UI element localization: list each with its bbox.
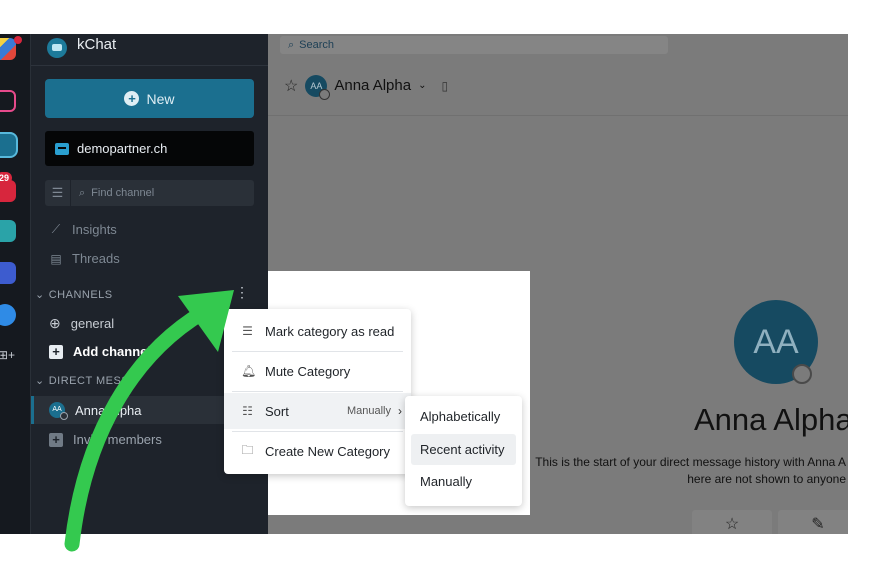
channel-title[interactable]: Anna Alpha [334, 77, 411, 94]
screenshot-stage: 29 ⊞+ kChat + New demopartner.ch ☰ ⌕ Fin… [0, 0, 883, 569]
intro-text: This is the start of your direct message… [516, 454, 846, 488]
channel-label: general [70, 316, 115, 331]
channel-filter-row: ☰ ⌕ Find channel [45, 180, 254, 206]
nav-item-threads[interactable]: ▤ Threads [49, 251, 120, 266]
chevron-down-icon[interactable]: ⌄ [418, 80, 426, 91]
plus-box-icon: + [49, 344, 63, 359]
new-button-label: New [146, 90, 175, 107]
app-name: kChat [77, 36, 117, 53]
sort-current-value: Manually [346, 405, 391, 417]
chevron-down-icon: ⌄ [35, 289, 45, 301]
chevron-right-icon: › [398, 404, 402, 418]
menu-item-label: Mute Category [265, 363, 351, 379]
chat-app-icon[interactable] [0, 134, 16, 156]
menu-divider [232, 391, 403, 392]
dm-label: Anna Alpha [75, 402, 142, 418]
dm-item-content: AA Anna Alpha [49, 402, 142, 420]
kchat-logo-icon [47, 38, 67, 58]
channel-item-general[interactable]: ⊕ general [49, 315, 114, 332]
status-indicator [792, 364, 812, 384]
notification-dot [14, 36, 22, 44]
chevron-down-icon: ⌄ [35, 375, 45, 387]
menu-item-label: Create New Category [265, 443, 390, 459]
globe-icon: ⊕ [49, 315, 61, 331]
mute-category-item[interactable]: 🔔︎ Mute Category [224, 353, 411, 389]
search-placeholder: Search [299, 39, 335, 51]
avatar: AA [49, 402, 68, 420]
menu-divider [232, 351, 403, 352]
menu-item-label: Sort [265, 403, 289, 419]
chat-bubble-icon [55, 142, 69, 155]
folder-plus-icon: 🗀︎ [241, 442, 254, 457]
nav-item-label: Insights [72, 222, 117, 237]
top-bar: ⌕ Search [268, 34, 848, 56]
star-icon[interactable]: ☆ [284, 76, 298, 96]
category-options-icon[interactable]: ⋮ [235, 285, 249, 299]
bell-icon: 🔔︎ [241, 364, 257, 378]
favorite-button[interactable]: ☆ [692, 510, 772, 534]
sort-option-manually[interactable]: Manually [411, 466, 516, 497]
app-switcher-rail: 29 ⊞+ [0, 34, 31, 534]
new-button[interactable]: + New [45, 79, 254, 118]
sort-item[interactable]: ☷ Sort Manually › [224, 393, 411, 429]
add-channels-button[interactable]: + Add channels [49, 344, 158, 359]
add-channels-label: Add channels [73, 344, 159, 359]
channels-category-header[interactable]: ⌄ CHANNELS [35, 288, 113, 302]
mark-read-icon: ☰ [242, 324, 253, 338]
workspace-switcher[interactable]: demopartner.ch [45, 131, 254, 166]
invite-members-button[interactable]: + Invite members [49, 432, 162, 447]
sort-option-recent-activity[interactable]: Recent activity [411, 434, 516, 465]
globe-app-icon[interactable] [0, 304, 16, 326]
direct-messages-header-label: DIRECT MESSA [48, 374, 138, 387]
invite-members-label: Invite members [73, 432, 162, 447]
sort-submenu: Alphabetically Recent activity Manually [405, 396, 522, 506]
category-options-menu: ☰ Mark category as read 🔔︎ Mute Category… [224, 309, 411, 474]
drive-app-icon[interactable] [0, 220, 16, 242]
home-icon[interactable] [0, 90, 16, 112]
find-channel-input[interactable]: ⌕ Find channel [71, 187, 154, 200]
nav-item-insights[interactable]: ⟋ Insights [49, 222, 117, 237]
menu-divider [232, 431, 403, 432]
profile-name: Anna Alpha [694, 402, 848, 437]
nav-item-label: Threads [72, 251, 120, 266]
mark-category-read-item[interactable]: ☰ Mark category as read [224, 313, 411, 349]
chart-line-icon: ⟋ [51, 222, 61, 236]
cube-app-icon[interactable] [0, 262, 16, 284]
plus-circle-icon: + [124, 91, 140, 106]
file-icon[interactable]: ▯ [441, 79, 448, 93]
channel-header: ☆ AA Anna Alpha ⌄ ▯ [268, 56, 848, 116]
list-icon: ☷ [242, 404, 253, 418]
sort-option-alphabetically[interactable]: Alphabetically [411, 401, 516, 432]
intro-line: here are not shown to anyone [687, 472, 846, 486]
intro-line: This is the start of your direct message… [535, 455, 846, 469]
filter-icon[interactable]: ☰ [45, 180, 71, 206]
channels-header-label: CHANNELS [48, 288, 113, 301]
direct-messages-category-header[interactable]: ⌄ DIRECT MESSA [35, 374, 138, 388]
apps-grid-icon[interactable]: ⊞+ [0, 348, 15, 362]
sidebar-header: kChat [31, 34, 268, 66]
search-icon: ⌕ [288, 38, 295, 51]
plus-box-icon: + [49, 432, 63, 447]
find-channel-placeholder: Find channel [91, 187, 155, 199]
mail-unread-badge: 29 [0, 172, 13, 184]
avatar: AA [305, 74, 331, 100]
workspace-name: demopartner.ch [77, 141, 168, 156]
search-icon: ⌕ [79, 186, 86, 199]
menu-item-label: Mark category as read [265, 323, 395, 339]
edit-button[interactable]: ✎ [778, 510, 848, 534]
threads-icon: ▤ [50, 251, 62, 266]
search-input[interactable]: ⌕ Search [280, 36, 668, 54]
create-category-item[interactable]: 🗀︎ Create New Category [224, 433, 411, 469]
